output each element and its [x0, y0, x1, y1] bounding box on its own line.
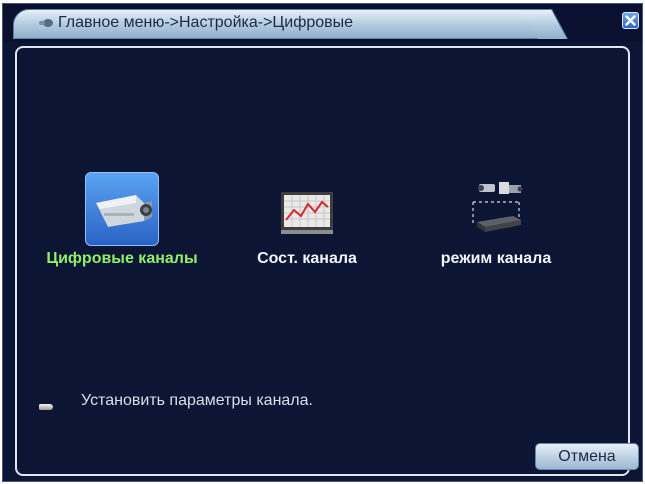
hint-text: Установить параметры канала. — [81, 392, 313, 409]
breadcrumb: Главное меню->Настройка->Цифровые — [58, 14, 354, 31]
menu-item-label: Сост. канала — [257, 250, 357, 267]
title-bar: Главное меню->Настройка->Цифровые — [3, 4, 642, 42]
icon-tile — [459, 172, 533, 246]
cancel-button[interactable]: Отмена — [535, 443, 639, 470]
chart-icon — [281, 192, 333, 234]
close-icon — [625, 15, 636, 26]
menu-item-channel-status[interactable]: Сост. канала — [222, 172, 392, 267]
menu-item-channel-mode[interactable]: режим канала — [411, 172, 581, 267]
camera-icon — [96, 195, 152, 227]
menu-item-digital-channels[interactable]: Цифровые каналы — [37, 172, 207, 267]
camera-dvr-icon — [472, 182, 523, 232]
close-button[interactable] — [622, 12, 639, 29]
hint-bullet-icon — [39, 404, 53, 410]
settings-window: Главное меню->Настройка->Цифровые Цифров… — [2, 3, 643, 482]
menu-item-label: режим канала — [440, 250, 552, 267]
menu-item-label: Цифровые каналы — [46, 250, 198, 267]
content-panel: Цифровые каналы Сост. канала режим канал… — [15, 46, 630, 476]
icon-tile — [270, 172, 344, 246]
selected-tile — [85, 172, 159, 246]
menu-icon — [39, 19, 53, 27]
